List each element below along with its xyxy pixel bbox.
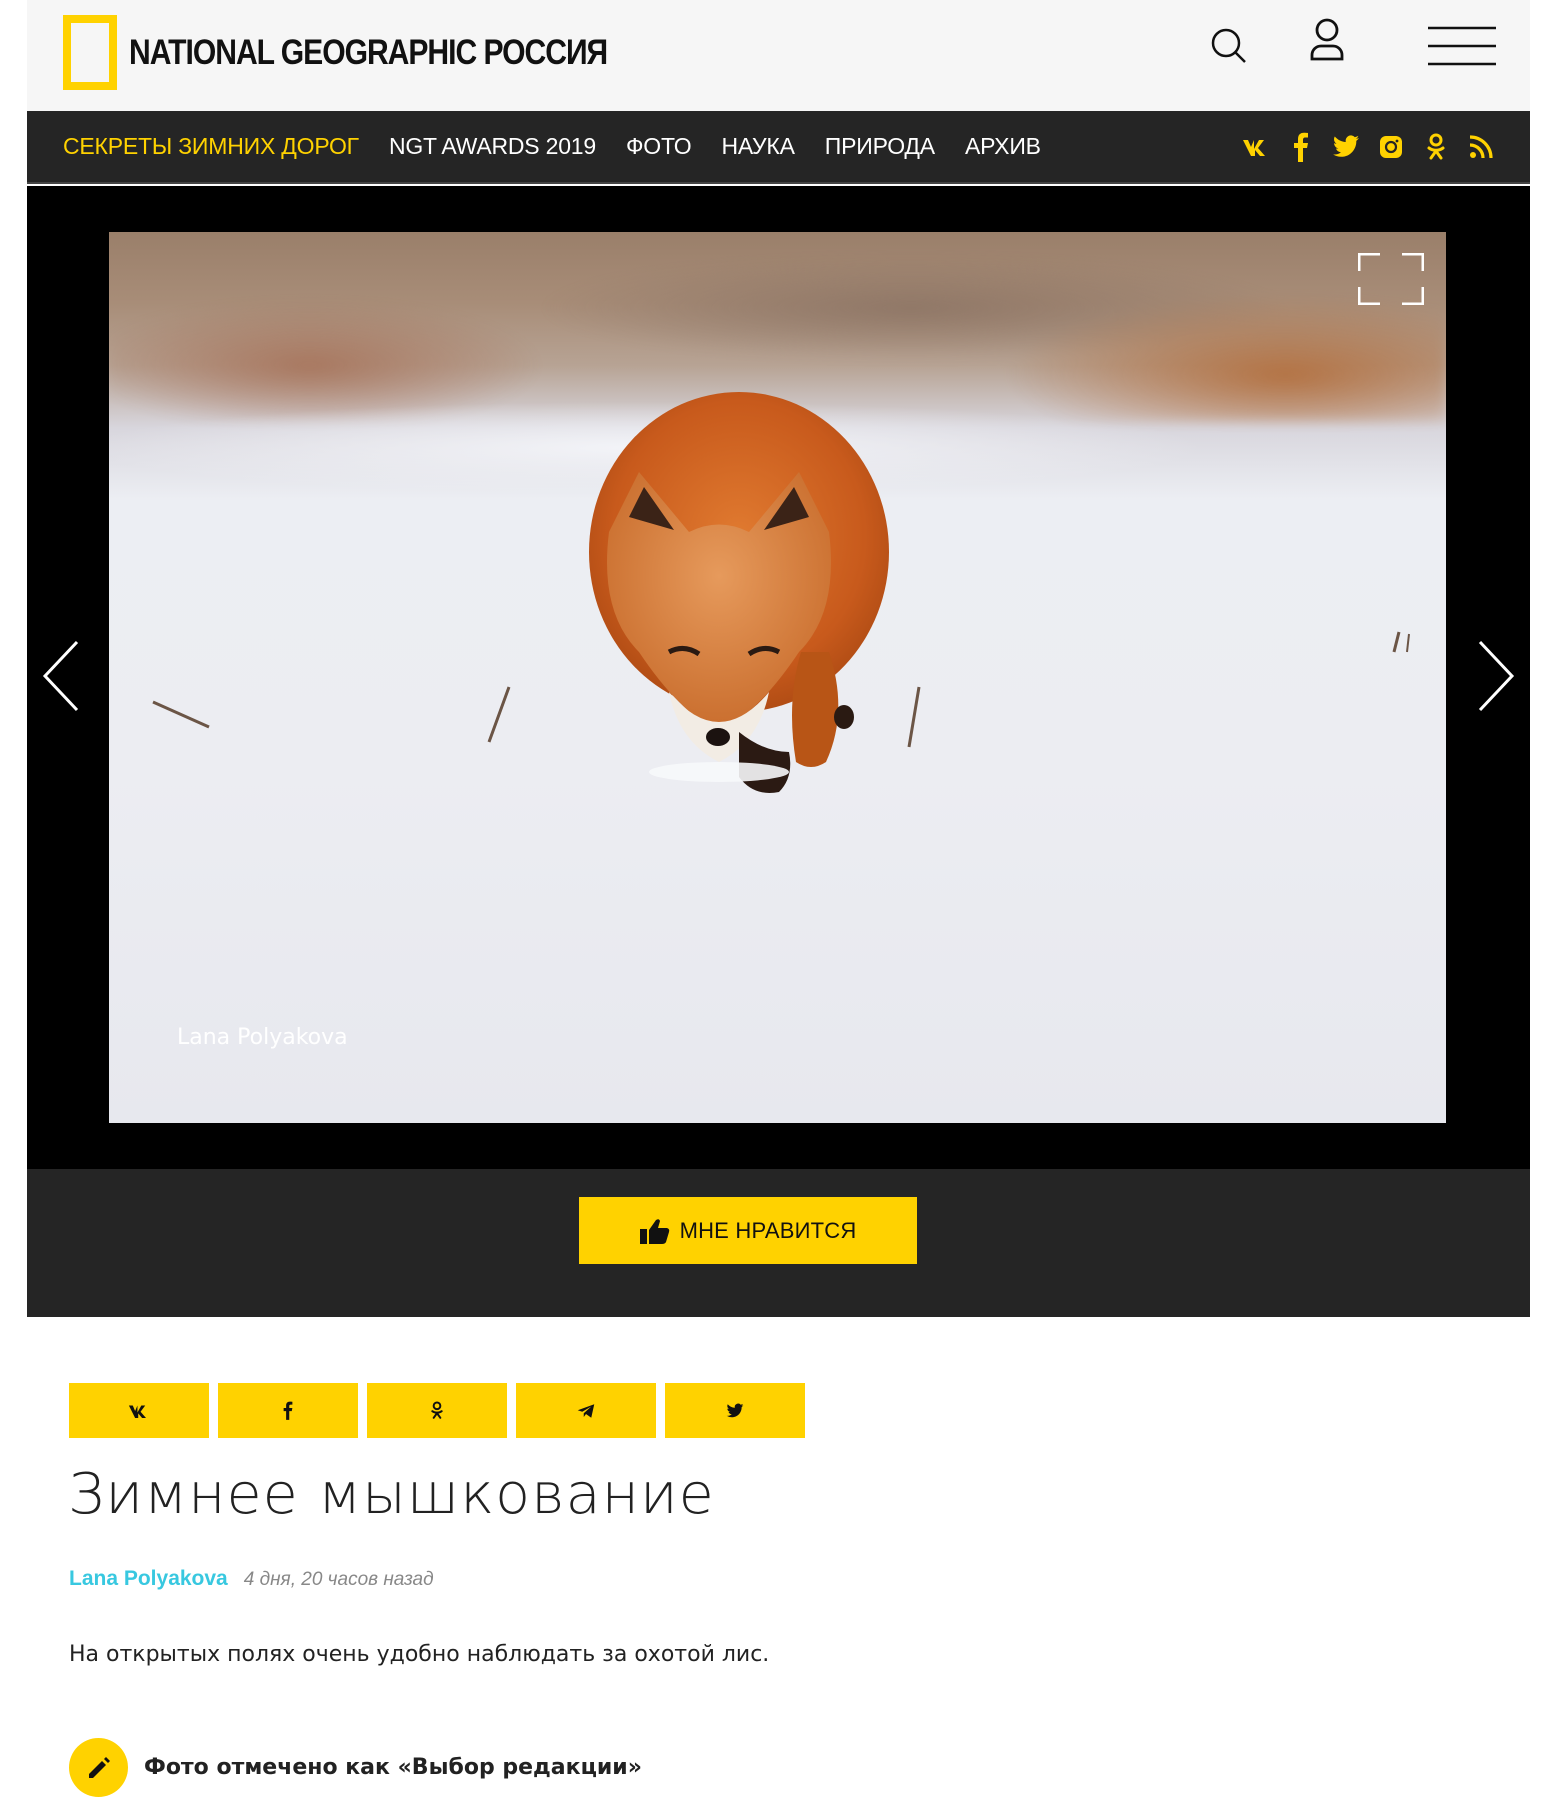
author-link[interactable]: Lana Polyakova <box>69 1567 228 1591</box>
share-odnoklassniki-button[interactable] <box>367 1383 507 1438</box>
hamburger-icon <box>1428 26 1496 66</box>
thumbs-up-icon <box>639 1218 669 1244</box>
account-button[interactable] <box>1301 14 1353 66</box>
facebook-icon[interactable] <box>1286 132 1316 162</box>
instagram-icon[interactable] <box>1376 132 1406 162</box>
editors-choice-text: Фото отмечено как «Выбор редакции» <box>144 1755 642 1780</box>
editors-choice-circle <box>69 1738 128 1797</box>
nav-item-winter-roads[interactable]: СЕКРЕТЫ ЗИМНИХ ДОРОГ <box>63 133 359 160</box>
share-vk-button[interactable] <box>69 1383 209 1438</box>
fox-illustration <box>152 392 1410 793</box>
facebook-icon <box>283 1401 293 1420</box>
chevron-right-icon <box>1478 640 1515 712</box>
photo-gallery: Lana Polyakova <box>27 186 1530 1169</box>
share-buttons <box>69 1383 814 1438</box>
vk-icon <box>128 1405 146 1418</box>
twitter-icon <box>726 1403 744 1417</box>
nav-item-nature[interactable]: ПРИРОДА <box>825 133 935 160</box>
article-meta: Lana Polyakova 4 дня, 20 часов назад <box>69 1567 434 1591</box>
nav-item-ngt-awards[interactable]: NGT AWARDS 2019 <box>389 133 596 160</box>
odnoklassniki-icon[interactable] <box>1421 132 1451 162</box>
share-facebook-button[interactable] <box>218 1383 358 1438</box>
pencil-icon <box>88 1756 110 1778</box>
like-bar: МНЕ НРАВИТСЯ <box>27 1169 1530 1317</box>
rss-icon[interactable] <box>1466 132 1496 162</box>
site-header: NATIONAL GEOGRAPHIC РОССИЯ <box>27 0 1530 111</box>
photo-caption: Lana Polyakova <box>177 1025 348 1050</box>
like-button[interactable]: МНЕ НРАВИТСЯ <box>579 1197 917 1264</box>
search-button[interactable] <box>1203 20 1255 72</box>
user-icon <box>1310 18 1344 61</box>
nav-item-photo[interactable]: ФОТО <box>626 133 692 160</box>
fullscreen-button[interactable] <box>1357 252 1425 306</box>
expand-icon <box>1357 252 1425 306</box>
main-nav: СЕКРЕТЫ ЗИМНИХ ДОРОГ NGT AWARDS 2019 ФОТ… <box>27 111 1530 184</box>
logo-yellow-frame[interactable] <box>63 15 117 90</box>
editors-choice-badge: Фото отмечено как «Выбор редакции» <box>69 1738 642 1797</box>
menu-button[interactable] <box>1427 20 1497 72</box>
article-description: На открытых полях очень удобно наблюдать… <box>69 1642 770 1667</box>
twitter-icon[interactable] <box>1331 132 1361 162</box>
nav-item-science[interactable]: НАУКА <box>721 133 794 160</box>
like-button-label: МНЕ НРАВИТСЯ <box>679 1217 857 1243</box>
odnoklassniki-icon <box>431 1401 443 1419</box>
publish-time: 4 дня, 20 часов назад <box>243 1569 434 1590</box>
logo-text[interactable]: NATIONAL GEOGRAPHIC РОССИЯ <box>129 33 608 73</box>
article-title: Зимнее мышкование <box>68 1462 715 1527</box>
telegram-icon <box>577 1403 595 1418</box>
vk-icon[interactable] <box>1241 132 1271 162</box>
chevron-left-icon <box>42 640 79 712</box>
next-photo-button[interactable] <box>1470 636 1520 716</box>
nav-item-archive[interactable]: АРХИВ <box>965 133 1041 160</box>
search-icon <box>1211 28 1246 63</box>
fox-in-snow-photo[interactable]: Lana Polyakova <box>109 232 1446 1123</box>
prev-photo-button[interactable] <box>37 636 87 716</box>
share-twitter-button[interactable] <box>665 1383 805 1438</box>
share-telegram-button[interactable] <box>516 1383 656 1438</box>
